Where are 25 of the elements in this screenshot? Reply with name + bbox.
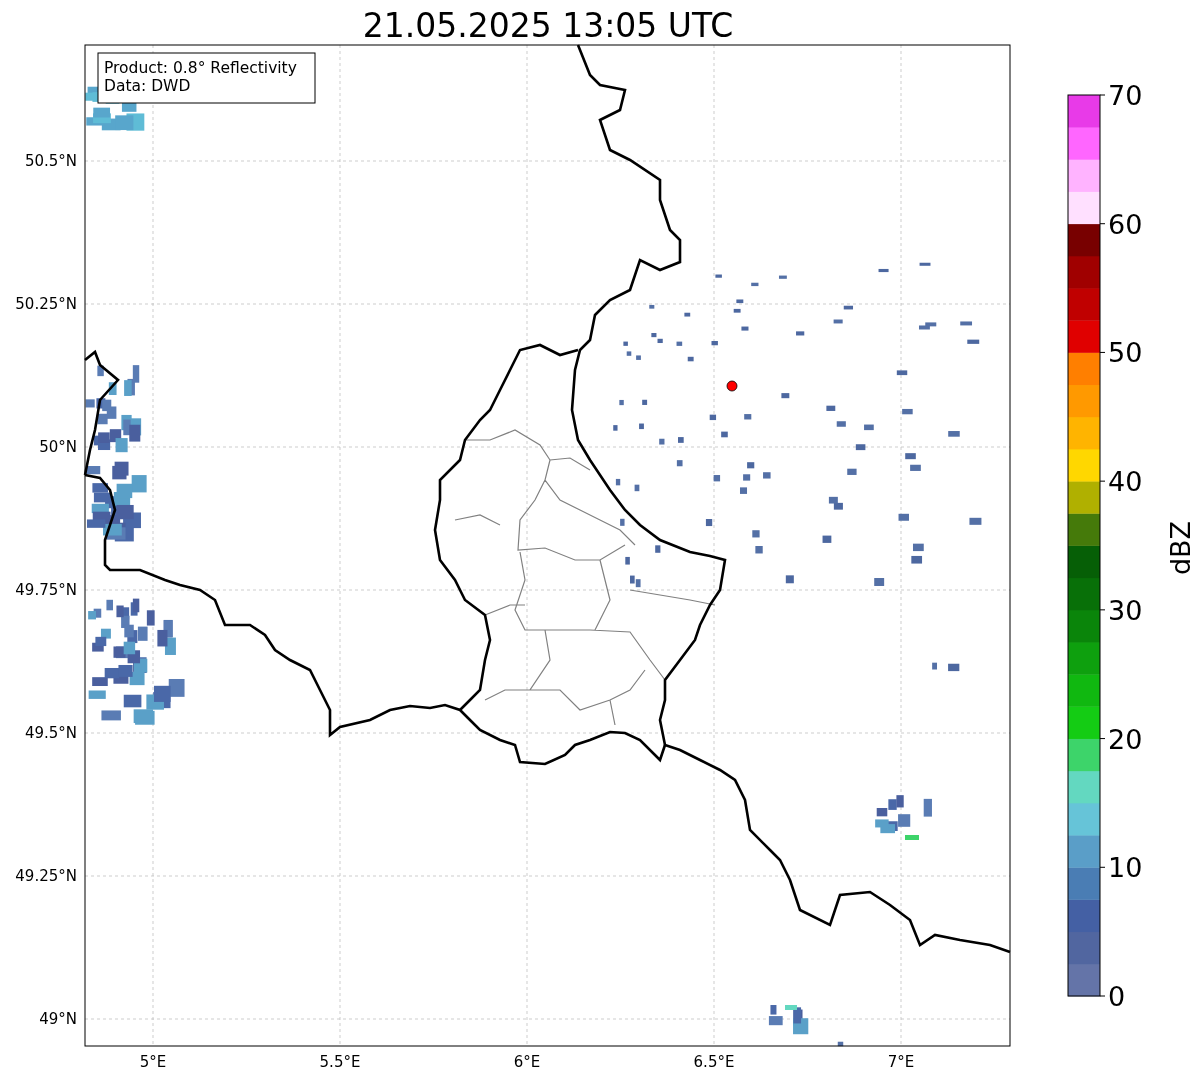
latitude-label: 50.5°N: [24, 152, 77, 170]
colorbar-tick-label: 60: [1108, 208, 1143, 240]
colorbar-tick-label: 30: [1108, 594, 1143, 626]
chart-title: 21.05.2025 13:05 UTC: [362, 6, 734, 45]
longitude-label: 5°E: [139, 1053, 167, 1071]
radar-site-marker: [726, 380, 738, 392]
longitude-label: 6°E: [513, 1053, 541, 1071]
latitude-label: 49.25°N: [15, 867, 77, 885]
longitude-label: 6.5°E: [693, 1053, 735, 1071]
latitude-label: 49°N: [39, 1010, 77, 1028]
colorbar-tick-label: 20: [1108, 723, 1143, 755]
latitude-label: 50.25°N: [15, 295, 77, 313]
colorbar-tick-label: 0: [1108, 981, 1126, 1012]
colorbar-tick-label: 50: [1108, 337, 1143, 369]
latitude-label: 49.75°N: [15, 581, 77, 599]
colorbar-tick-label: 10: [1108, 852, 1143, 884]
info-text: Data: DWD: [104, 77, 191, 95]
latitude-label: 50°N: [39, 438, 77, 456]
longitude-label: 5.5°E: [319, 1053, 361, 1071]
colorbar-tick-label: 40: [1108, 466, 1143, 498]
colorbar-tick-label: 70: [1108, 80, 1143, 111]
colorbar-label: dBZ: [1165, 520, 1196, 576]
info-text: Product: 0.8° Reflectivity: [104, 59, 297, 77]
longitude-label: 7°E: [887, 1053, 915, 1071]
latitude-label: 49.5°N: [24, 724, 77, 742]
